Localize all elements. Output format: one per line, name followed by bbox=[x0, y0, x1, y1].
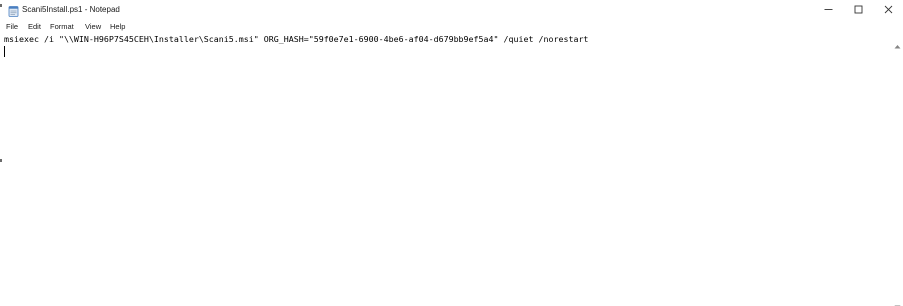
left-edge-artifact bbox=[0, 4, 2, 7]
editor-line-1[interactable]: msiexec /i "\\WIN-H96P7S45CEH\Installer\… bbox=[4, 34, 588, 45]
scroll-down-arrow-icon[interactable] bbox=[894, 297, 901, 306]
notepad-icon bbox=[8, 4, 19, 17]
minimize-icon bbox=[824, 1, 833, 19]
text-caret bbox=[4, 46, 5, 57]
close-button[interactable] bbox=[873, 0, 903, 20]
window-title: Scani5Install.ps1 - Notepad bbox=[22, 5, 120, 14]
text-editor[interactable]: msiexec /i "\\WIN-H96P7S45CEH\Installer\… bbox=[0, 33, 892, 306]
maximize-button[interactable] bbox=[843, 0, 873, 20]
left-edge-artifact bbox=[0, 159, 2, 162]
menu-view[interactable]: View bbox=[85, 21, 101, 32]
minimize-button[interactable] bbox=[813, 0, 843, 20]
scroll-up-arrow-icon[interactable] bbox=[894, 36, 901, 54]
menu-help[interactable]: Help bbox=[110, 21, 125, 32]
menu-edit[interactable]: Edit bbox=[28, 21, 41, 32]
menu-file[interactable]: File bbox=[6, 21, 18, 32]
vertical-scrollbar[interactable] bbox=[892, 33, 903, 306]
notepad-window: Scani5Install.ps1 - Notepad File Edit Fo… bbox=[0, 0, 903, 306]
maximize-icon bbox=[854, 1, 863, 19]
title-bar[interactable]: Scani5Install.ps1 - Notepad bbox=[0, 0, 903, 20]
close-icon bbox=[884, 1, 893, 19]
menu-bar: File Edit Format View Help bbox=[0, 20, 903, 33]
menu-format[interactable]: Format bbox=[50, 21, 74, 32]
